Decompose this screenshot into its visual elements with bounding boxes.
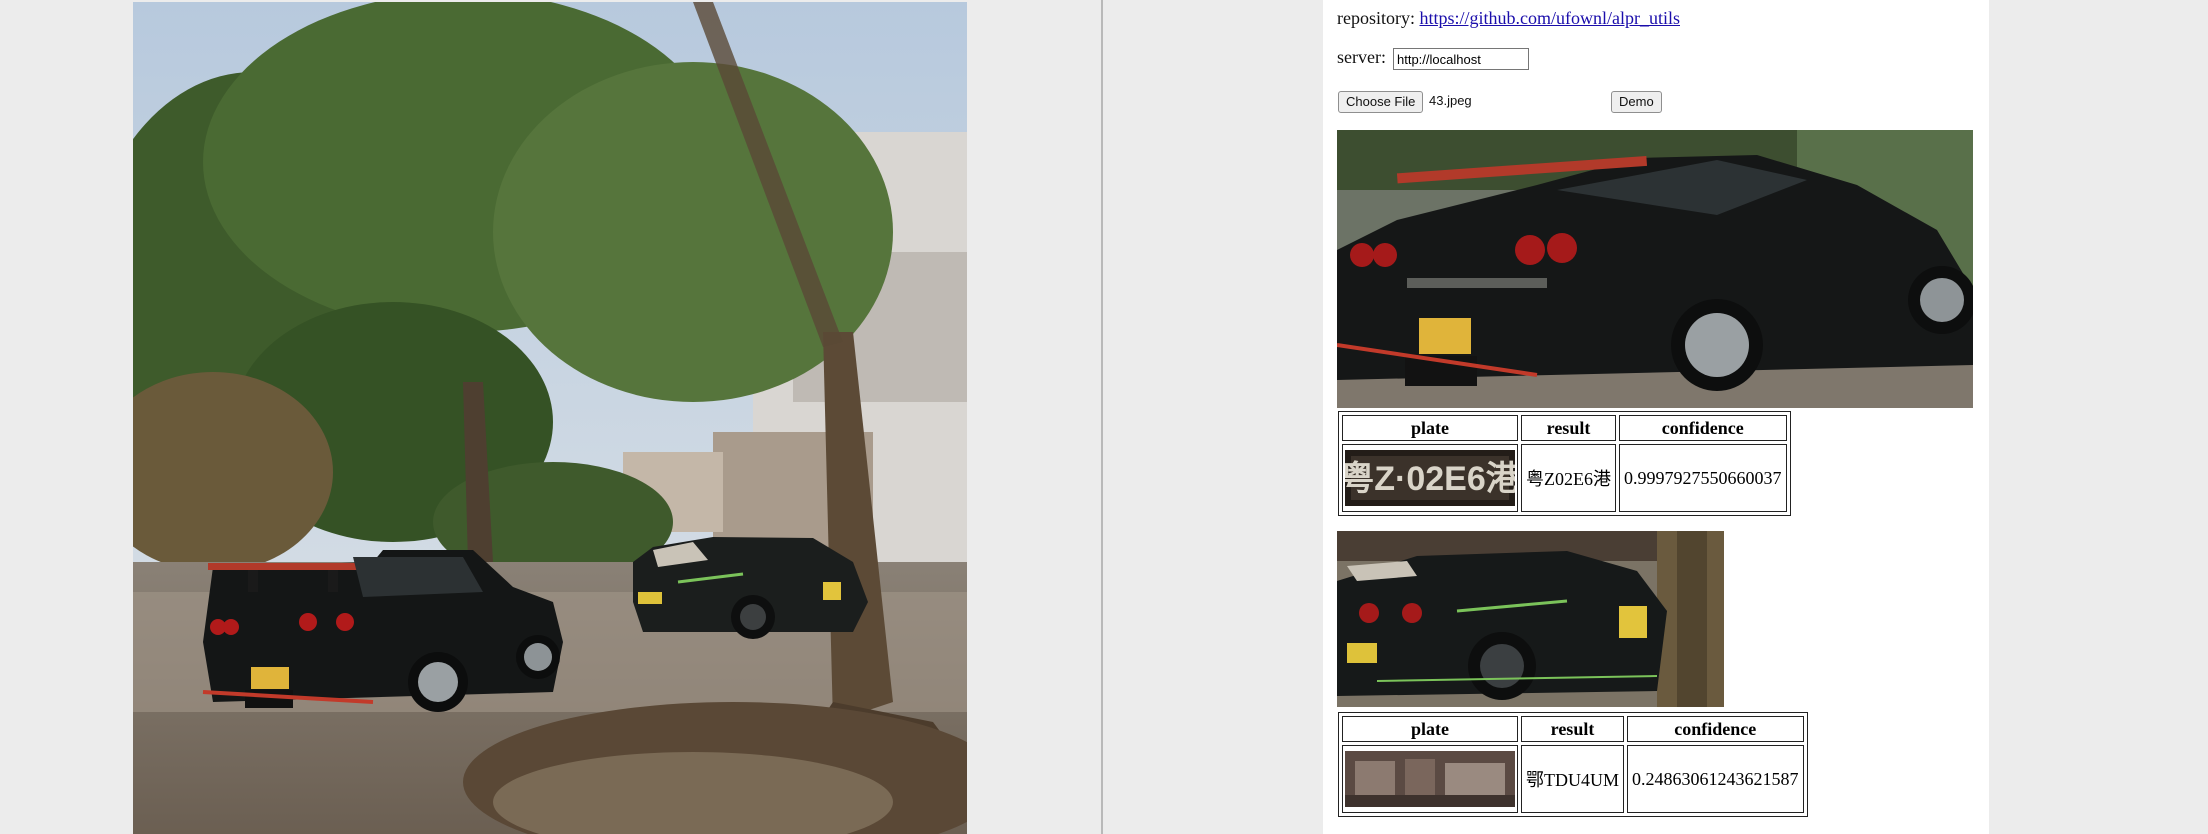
pane-gap: [1103, 0, 1323, 834]
detection-crop-1: [1337, 130, 1973, 408]
confidence-header: confidence: [1619, 415, 1787, 441]
demo-button[interactable]: Demo: [1611, 91, 1662, 113]
plate-cell: [1342, 745, 1518, 813]
confidence-header: confidence: [1627, 716, 1804, 742]
result-table-2: plate result confidence 鄂TDU4UM 0.248630…: [1338, 712, 1808, 817]
table-row: 鄂TDU4UM 0.24863061243621587: [1342, 745, 1804, 813]
result-cell: 鄂TDU4UM: [1521, 745, 1624, 813]
plate-cell: 粤Z·02E6港: [1342, 444, 1518, 512]
repository-label: repository:: [1337, 8, 1415, 28]
server-input[interactable]: [1393, 48, 1529, 70]
plate-image: 粤Z·02E6港: [1345, 450, 1515, 506]
plate-header: plate: [1342, 415, 1518, 441]
server-label: server:: [1337, 47, 1386, 67]
result-cell: 粤Z02E6港: [1521, 444, 1616, 512]
confidence-cell: 0.9997927550660037: [1619, 444, 1787, 512]
right-margin: [1989, 0, 2208, 834]
plate-image-text: 粤Z·02E6港: [1345, 459, 1515, 498]
detection-crop-2: [1337, 531, 1724, 707]
file-name: 43.jpeg: [1429, 93, 1472, 108]
result-header: result: [1521, 415, 1616, 441]
repository-link[interactable]: https://github.com/ufownl/alpr_utils: [1420, 8, 1681, 28]
result-table-1: plate result confidence 粤Z·02E6港 粤Z02E6港…: [1338, 411, 1791, 516]
source-photo: [133, 2, 967, 834]
table-row: 粤Z·02E6港 粤Z02E6港 0.9997927550660037: [1342, 444, 1787, 512]
server-row: server:: [1337, 47, 1537, 71]
repository-row: repository: https://github.com/ufownl/al…: [1337, 8, 1680, 29]
confidence-cell: 0.24863061243621587: [1627, 745, 1804, 813]
choose-file-button[interactable]: Choose File: [1338, 91, 1424, 113]
left-pane: [0, 0, 1101, 834]
plate-image: [1345, 751, 1515, 807]
plate-header: plate: [1342, 716, 1518, 742]
result-header: result: [1521, 716, 1624, 742]
